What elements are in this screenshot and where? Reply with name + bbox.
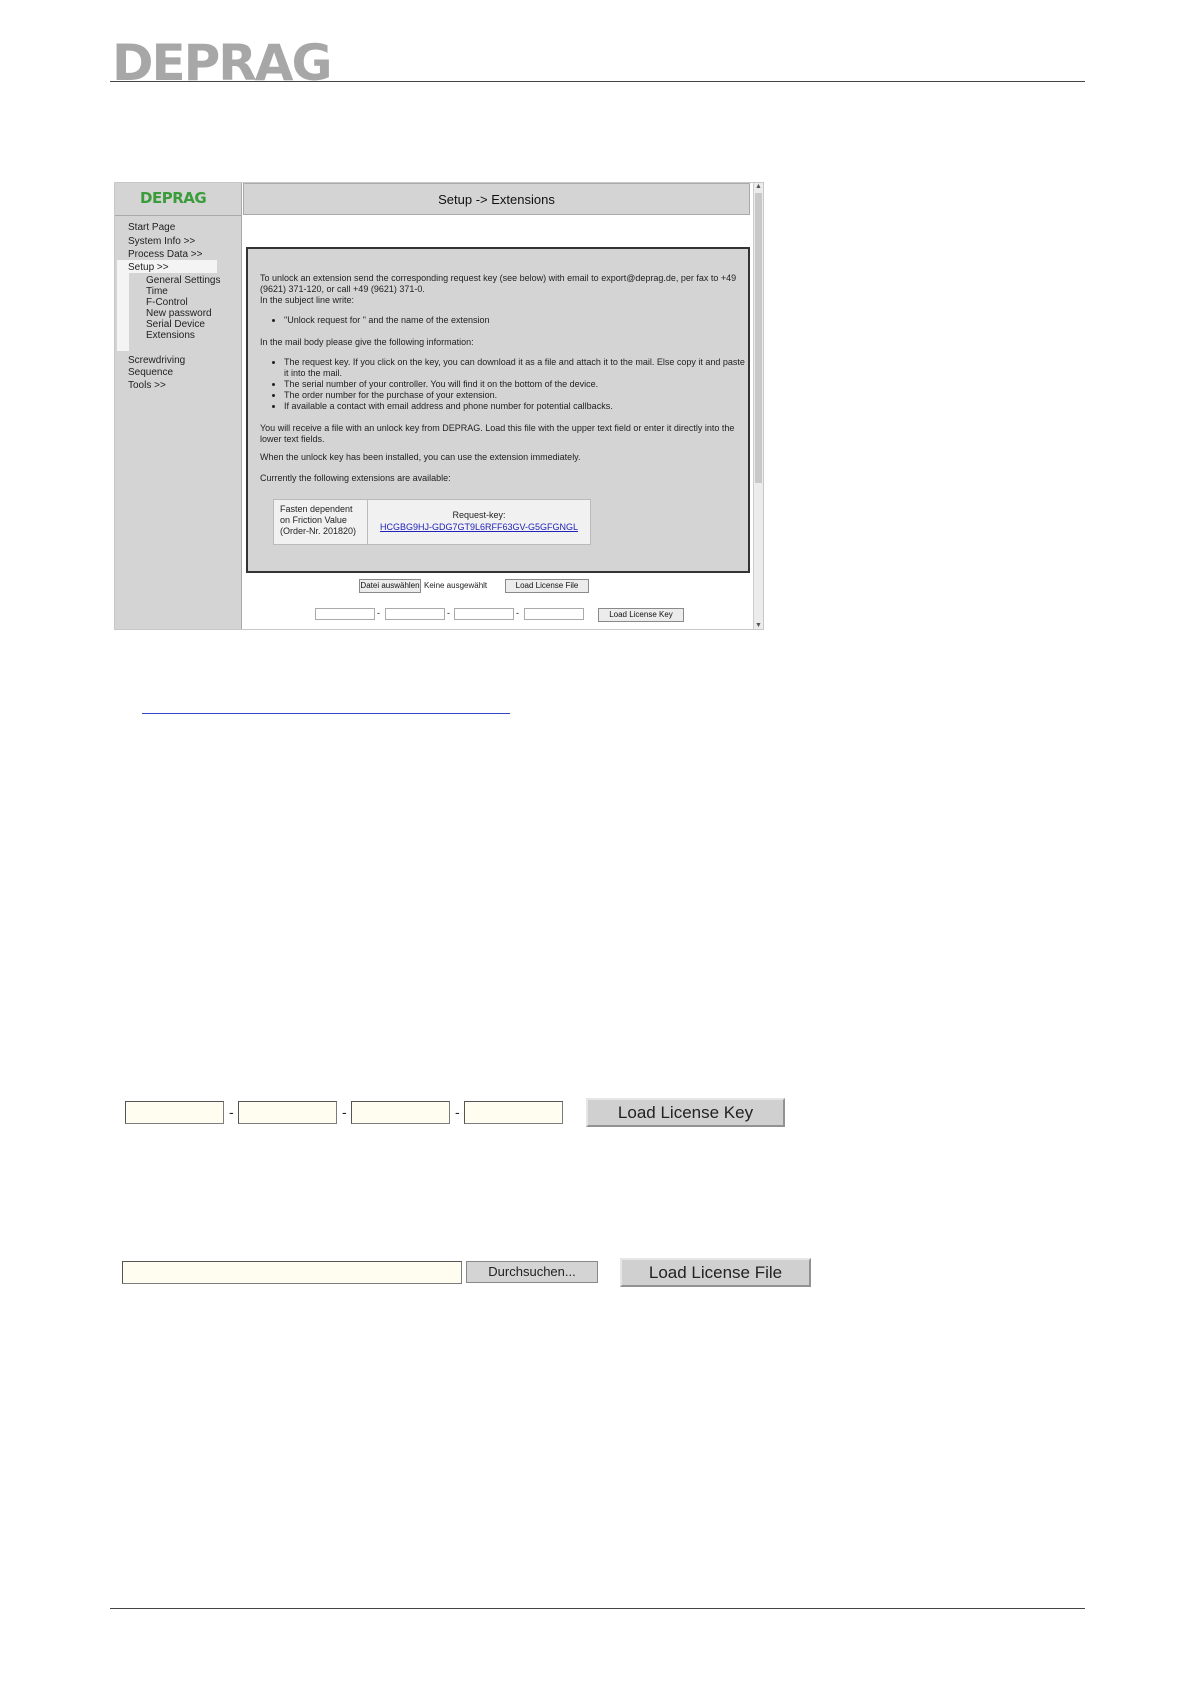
license-key-field-2[interactable] [238,1101,337,1124]
screenshot-load-license-key-button[interactable]: Load License Key [598,608,684,622]
nav-general-settings[interactable]: General Settings [146,275,221,286]
nav-system-info[interactable]: System Info >> [128,236,195,247]
extension-table: Fasten dependent on Friction Value (Orde… [273,499,591,545]
scrollbar-thumb[interactable] [755,193,762,483]
screenshot-key-field-1[interactable] [315,608,375,620]
extension-name-line: Fasten dependent [280,504,353,514]
extension-name-line: (Order-Nr. 201820) [280,526,357,536]
load-license-key-button[interactable]: Load License Key [586,1098,785,1127]
nav-tools[interactable]: Tools >> [128,380,166,391]
info-body-item: The serial number of your controller. Yo… [284,379,746,390]
browse-button[interactable]: Durchsuchen... [466,1261,598,1283]
info-body-intro: In the mail body please give the followi… [260,337,474,347]
nav-start-page[interactable]: Start Page [128,222,175,233]
info-body-item: If available a contact with email addres… [284,401,746,412]
nav-serial-device[interactable]: Serial Device [146,319,205,330]
info-installed: When the unlock key has been installed, … [260,452,581,462]
key-separator: - [447,608,450,618]
screenshot-key-field-3[interactable] [454,608,514,620]
nav-process-data[interactable]: Process Data >> [128,249,202,260]
request-key-link[interactable]: HCGBG9HJ-GDG7GT9L6RFF63GV-G5GFGNGL [368,522,590,533]
info-subject-list: "Unlock request for " and the name of th… [260,315,746,326]
info-available: Currently the following extensions are a… [260,473,451,483]
extension-name-line: on Friction Value [280,515,347,525]
load-license-file-button[interactable]: Load License File [620,1258,811,1287]
nav-extensions[interactable]: Extensions [146,330,195,341]
screenshot-scrollbar[interactable]: ▲ ▼ [753,183,763,629]
license-key-field-1[interactable] [125,1101,224,1124]
deprag-logo-text: DEPRAG [112,40,331,82]
info-subject-item: "Unlock request for " and the name of th… [284,315,746,326]
hyperlink-underline[interactable] [142,713,510,714]
screenshot-logo-cell: DEPRAG [115,183,241,216]
scroll-down-arrow-icon[interactable]: ▼ [755,622,762,629]
screenshot-key-field-4[interactable] [524,608,584,620]
extension-info-box: To unlock an extension send the correspo… [246,247,750,573]
nav-submenu-bar [117,273,129,351]
key-separator: - [516,608,519,618]
info-body-item: The order number for the purchase of you… [284,390,746,401]
nav-sequence[interactable]: Sequence [128,367,173,378]
info-receive: You will receive a file with an unlock k… [260,423,735,444]
screenshot-sidebar: DEPRAG Start Page System Info >> Process… [115,183,242,629]
info-body-item: The request key. If you click on the key… [284,357,746,379]
screenshot-load-license-file-button[interactable]: Load License File [505,579,589,593]
screenshot-title-bar: Setup -> Extensions [243,183,750,215]
nav-time[interactable]: Time [146,286,168,297]
key-separator: - [455,1104,460,1120]
request-key-label: Request-key: [452,510,506,520]
choose-file-button[interactable]: Datei auswählen [359,579,421,593]
screenshot-title: Setup -> Extensions [438,192,555,207]
license-key-field-3[interactable] [351,1101,450,1124]
nav-f-control[interactable]: F-Control [146,297,188,308]
key-separator: - [377,608,380,618]
extension-name: Fasten dependent on Friction Value (Orde… [280,504,364,537]
screenshot-logo: DEPRAG [140,189,207,207]
license-file-path-field[interactable] [122,1261,462,1284]
nav-setup[interactable]: Setup >> [128,262,169,273]
no-file-chosen-text: Keine ausgewählt [424,581,488,590]
footer-rule [110,1608,1085,1609]
screenshot-key-field-2[interactable] [385,608,445,620]
key-separator: - [342,1104,347,1120]
extensions-screenshot: DEPRAG Start Page System Info >> Process… [114,182,764,630]
key-separator: - [229,1104,234,1120]
nav-new-password[interactable]: New password [146,308,212,319]
info-body-list: The request key. If you click on the key… [260,357,746,412]
info-subject-intro: In the subject line write: [260,295,355,305]
header-rule [110,81,1085,82]
info-intro: To unlock an extension send the correspo… [260,273,737,294]
nav-screwdriving[interactable]: Screwdriving [128,355,185,366]
deprag-logo: DEPRAG [112,40,333,82]
license-key-field-4[interactable] [464,1101,563,1124]
scroll-up-arrow-icon[interactable]: ▲ [755,183,762,190]
